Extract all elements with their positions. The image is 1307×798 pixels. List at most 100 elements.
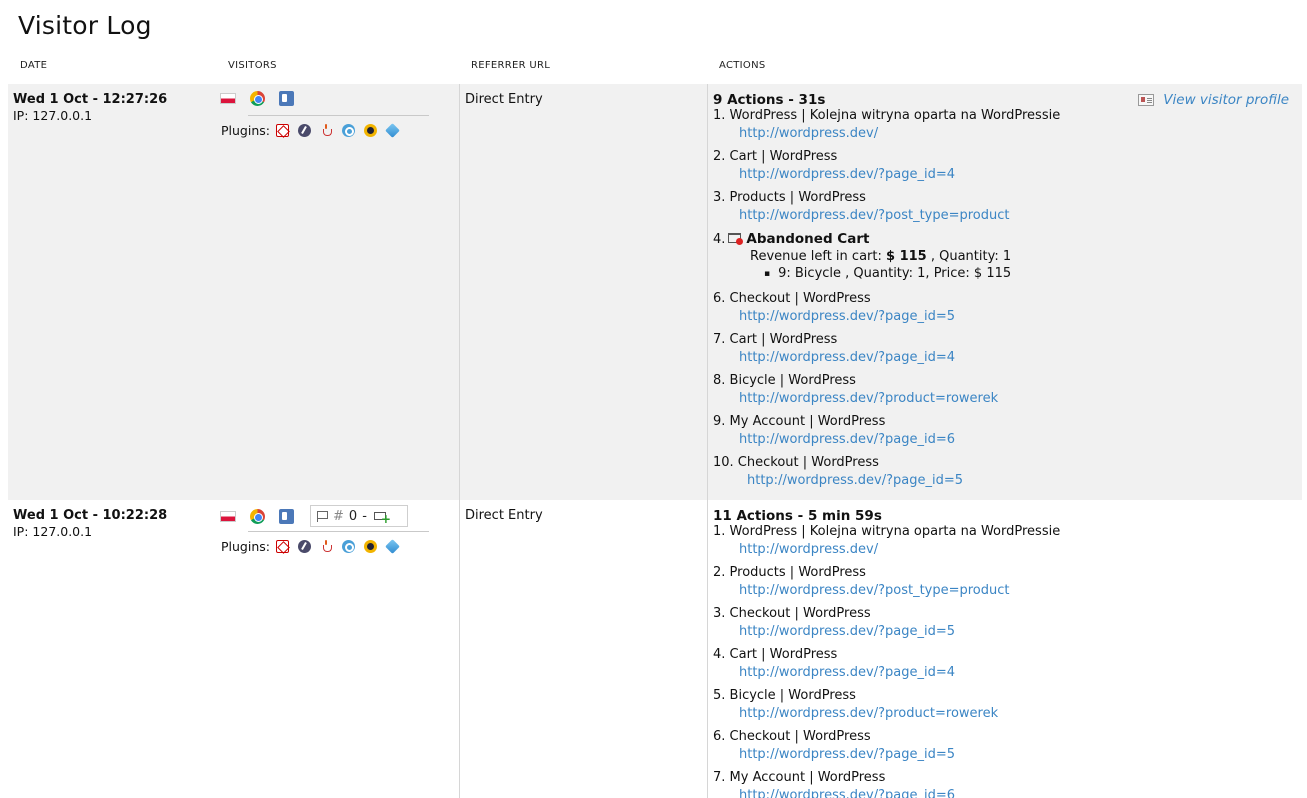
plugins-list: Plugins: [221,539,408,554]
quicktime-plugin-icon [342,540,355,553]
action-item: 2. Cart | WordPress http://wordpress.dev… [713,149,1293,185]
browser-chrome-icon [250,91,265,106]
referrer-url: Direct Entry [465,508,543,523]
action-url-link[interactable]: http://wordpress.dev/?page_id=6 [713,430,1293,450]
page-title: Visitor Log [18,11,152,40]
visit-date: Wed 1 Oct - 10:22:28 [13,508,168,523]
action-item: 6. Checkout | WordPress http://wordpress… [713,729,1293,765]
visitor-icons: # 0 - [220,505,422,527]
column-divider [707,84,708,500]
action-url-link[interactable]: http://wordpress.dev/?page_id=6 [713,786,1293,798]
ecommerce-cart-icon [373,510,391,526]
action-item: 10. Checkout | WordPress http://wordpres… [713,455,1293,491]
action-title: 9. My Account | WordPress [713,414,886,429]
action-item: 3. Products | WordPress http://wordpress… [713,190,1293,226]
browser-chrome-icon [250,508,265,524]
cart-revenue-value: $ 115 [886,249,927,264]
visit-goals-box[interactable]: # 0 - [310,505,408,527]
action-title: 6. Checkout | WordPress [713,291,871,306]
plugins-label: Plugins: [221,123,270,138]
action-title: 8. Bicycle | WordPress [713,373,856,388]
action-item: 9. My Account | WordPress http://wordpre… [713,414,1293,450]
action-item: 4. Cart | WordPress http://wordpress.dev… [713,647,1293,683]
country-flag-icon [220,93,236,104]
action-url-link[interactable]: http://wordpress.dev/?page_id=5 [713,471,1293,491]
goal-hash: # [333,508,344,524]
pdf-plugin-icon [276,540,289,553]
action-url-link[interactable]: http://wordpress.dev/?product=rowerek [713,704,1293,724]
column-header-date: DATE [20,60,48,71]
action-item: 8. Bicycle | WordPress http://wordpress.… [713,373,1293,409]
action-url-link[interactable]: http://wordpress.dev/?page_id=4 [713,165,1293,185]
operating-system-icon [279,508,294,524]
plugins-label: Plugins: [221,539,270,554]
action-title: 2. Products | WordPress [713,565,866,580]
pdf-plugin-icon [276,124,289,137]
action-url-link[interactable]: http://wordpress.dev/?page_id=5 [713,745,1293,765]
visit-row: Wed 1 Oct - 12:27:26 IP: 127.0.0.1 Plugi… [8,84,1302,500]
action-url-link[interactable]: http://wordpress.dev/?post_type=product [713,206,1293,226]
visitor-separator [248,531,429,532]
action-title: 10. Checkout | WordPress [713,455,879,470]
visit-date: Wed 1 Oct - 12:27:26 [13,92,168,107]
operating-system-icon [279,91,294,106]
realplayer-plugin-icon [364,540,377,553]
visitor-icons [220,91,308,106]
action-title: 3. Products | WordPress [713,190,866,205]
action-title: 2. Cart | WordPress [713,149,838,164]
actions-summary: 9 Actions - 31s [713,92,826,108]
java-plugin-icon [320,540,333,553]
flash-plugin-icon [298,540,311,553]
quicktime-plugin-icon [342,124,355,137]
action-item: 1. WordPress | Kolejna witryna oparta na… [713,524,1293,560]
action-url-link[interactable]: http://wordpress.dev/?product=rowerek [713,389,1293,409]
column-divider [707,500,708,798]
action-item: 1. WordPress | Kolejna witryna oparta na… [713,108,1293,144]
action-title: 7. Cart | WordPress [713,332,838,347]
action-item: 2. Products | WordPress http://wordpress… [713,565,1293,601]
action-title: 1. WordPress | Kolejna witryna oparta na… [713,524,1061,539]
actions-summary: 11 Actions - 5 min 59s [713,508,882,524]
action-item: 7. My Account | WordPress http://wordpre… [713,770,1293,798]
actions-list: 9 Actions - 31s 1. WordPress | Kolejna w… [713,92,1293,496]
action-url-link[interactable]: http://wordpress.dev/?page_id=4 [713,348,1293,368]
referrer-url: Direct Entry [465,92,543,107]
flag-icon [317,510,328,522]
action-url-link[interactable]: http://wordpress.dev/?post_type=product [713,581,1293,601]
column-header-actions: ACTIONS [719,60,766,71]
abandoned-cart-item: 4. Abandoned Cart Revenue left in cart: $… [713,231,1293,283]
cart-product-item: 9: Bicycle , Quantity: 1, Price: $ 115 [713,265,1293,283]
flash-plugin-icon [298,124,311,137]
goal-separator: - [362,508,367,524]
cart-revenue: Revenue left in cart: $ 115 , Quantity: … [713,248,1293,265]
column-divider [459,500,460,798]
action-url-link[interactable]: http://wordpress.dev/?page_id=5 [713,622,1293,642]
action-title: 1. WordPress | Kolejna witryna oparta na… [713,108,1061,123]
action-item: 6. Checkout | WordPress http://wordpress… [713,291,1293,327]
action-url-link[interactable]: http://wordpress.dev/?page_id=5 [713,307,1293,327]
visitor-separator [248,115,429,116]
action-url-link[interactable]: http://wordpress.dev/ [713,124,1293,144]
java-plugin-icon [320,124,333,137]
action-title: 4. Cart | WordPress [713,647,838,662]
action-title: 6. Checkout | WordPress [713,729,871,744]
abandoned-cart-icon [727,231,744,245]
column-header-visitors: VISITORS [228,60,277,71]
action-url-link[interactable]: http://wordpress.dev/ [713,540,1293,560]
silverlight-plugin-icon [385,123,400,138]
action-url-link[interactable]: http://wordpress.dev/?page_id=4 [713,663,1293,683]
country-flag-icon [220,510,236,522]
plugins-list: Plugins: [221,123,408,138]
action-item: 7. Cart | WordPress http://wordpress.dev… [713,332,1293,368]
action-item: 3. Checkout | WordPress http://wordpress… [713,606,1293,642]
abandoned-cart-title: Abandoned Cart [746,231,870,247]
silverlight-plugin-icon [385,539,400,554]
column-header-referrer: REFERRER URL [471,60,551,71]
goal-count: 0 [348,508,358,524]
action-item: 5. Bicycle | WordPress http://wordpress.… [713,688,1293,724]
cart-quantity: , Quantity: 1 [930,249,1012,264]
realplayer-plugin-icon [364,124,377,137]
actions-list: 11 Actions - 5 min 59s 1. WordPress | Ko… [713,508,1293,798]
action-title: 7. My Account | WordPress [713,770,886,785]
action-title: 5. Bicycle | WordPress [713,688,856,703]
